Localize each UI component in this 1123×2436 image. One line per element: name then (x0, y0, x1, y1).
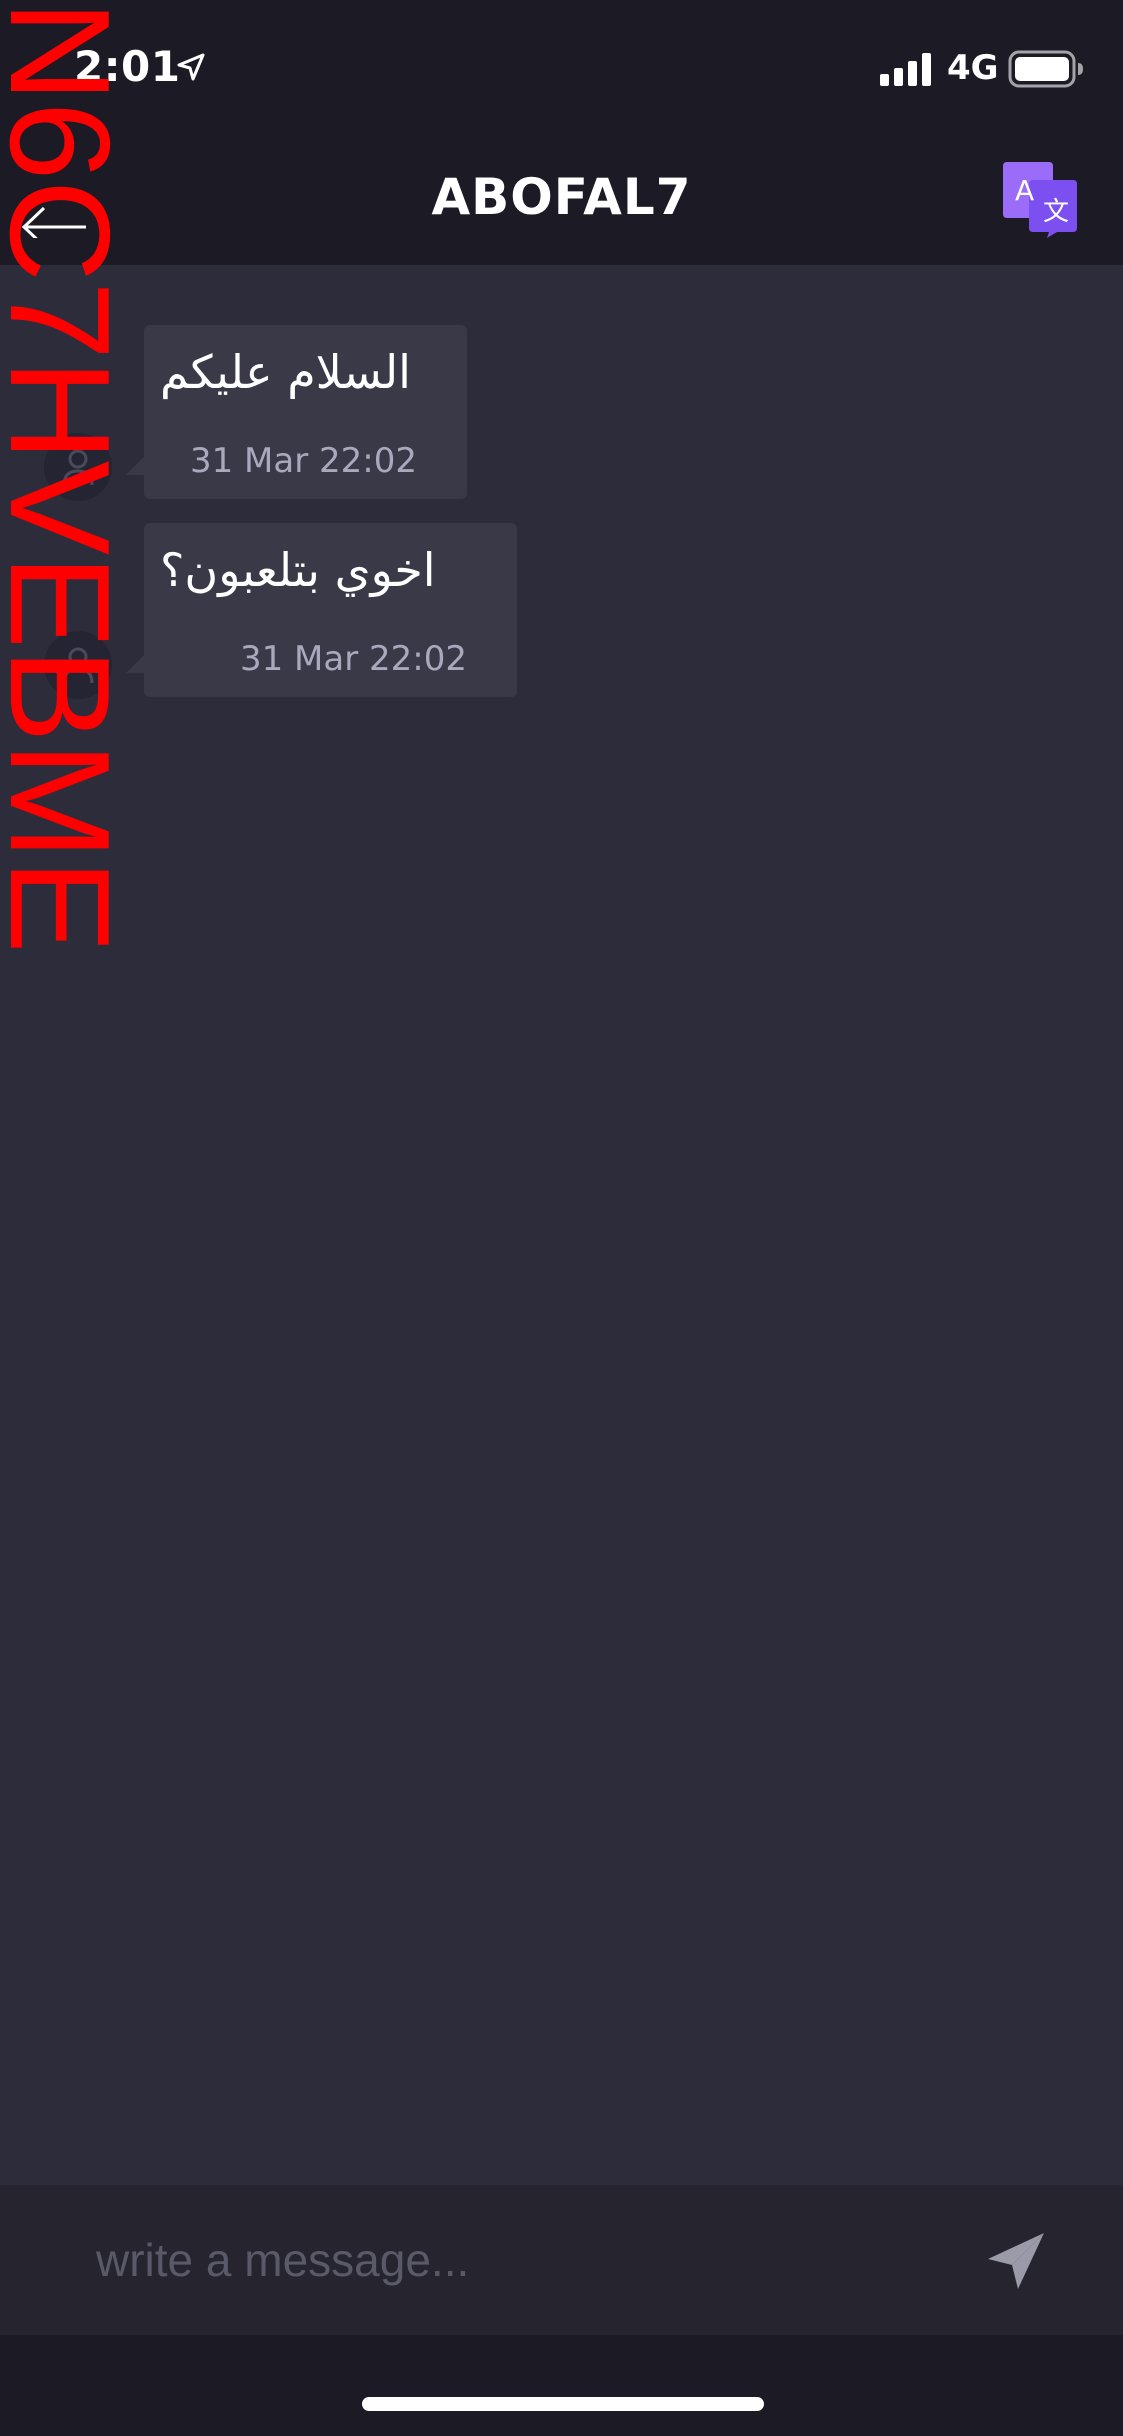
sender-avatar[interactable] (44, 433, 112, 501)
chat-header: ABOFAL7 A 文 (0, 140, 1123, 265)
message-text: السلام عليكم (160, 345, 411, 399)
message-row: السلام عليكم 31 Mar 22:02 (0, 325, 1123, 505)
send-button[interactable] (984, 2229, 1048, 2293)
translate-icon-letter: A (1015, 174, 1034, 207)
location-arrow-icon (177, 53, 205, 81)
message-row: اخوي بتلعبون؟ 31 Mar 22:02 (0, 523, 1123, 703)
message-list[interactable]: السلام عليكم 31 Mar 22:02 اخوي بتلعبون؟ … (0, 265, 1123, 2185)
message-timestamp: 31 Mar 22:02 (239, 639, 467, 679)
home-indicator[interactable] (362, 2397, 764, 2411)
contact-name: ABOFAL7 (431, 168, 692, 226)
cellular-signal-icon (880, 53, 931, 86)
user-avatar-icon (62, 449, 94, 486)
message-text: اخوي بتلعبون؟ (160, 543, 436, 597)
message-timestamp: 31 Mar 22:02 (189, 441, 417, 481)
message-bubble[interactable]: السلام عليكم 31 Mar 22:02 (144, 325, 467, 499)
home-indicator-area (0, 2335, 1123, 2436)
translate-button[interactable]: A 文 (1003, 160, 1079, 238)
network-type: 4G (947, 48, 999, 88)
translate-icon-glyph: 文 (1043, 197, 1069, 227)
sender-avatar[interactable] (44, 631, 112, 699)
status-time: 2:01 (74, 42, 181, 91)
translate-icon: A 文 (1003, 162, 1077, 238)
chat-screen: 2:01 4G ABOFAL7 A 文 السلام عليكم 31 Mar … (0, 0, 1123, 2436)
message-bubble[interactable]: اخوي بتلعبون؟ 31 Mar 22:02 (144, 523, 517, 697)
message-input[interactable] (96, 2225, 956, 2295)
send-icon (988, 2233, 1044, 2289)
battery-icon (1008, 50, 1083, 88)
status-bar: 2:01 4G (0, 0, 1123, 140)
user-avatar-icon (62, 647, 94, 684)
compose-bar (0, 2185, 1123, 2335)
